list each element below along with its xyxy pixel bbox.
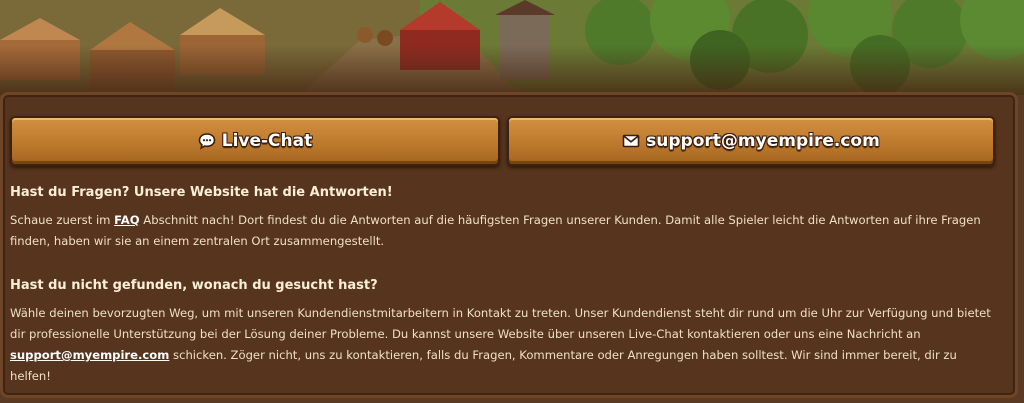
faq-link[interactable]: FAQ: [114, 213, 139, 227]
faq-text-start: Schaue zuerst im: [10, 213, 115, 227]
chat-bubble-icon: [198, 132, 216, 150]
faq-paragraph: Schaue zuerst im FAQ Abschnitt nach! Dor…: [10, 210, 1000, 252]
game-banner-image: [0, 0, 1024, 95]
live-chat-button[interactable]: Live-Chat: [10, 116, 500, 166]
support-email-link[interactable]: support@myempire.com: [10, 348, 169, 362]
email-support-button[interactable]: support@myempire.com: [507, 116, 995, 166]
questions-heading: Hast du Fragen? Unsere Website hat die A…: [10, 185, 393, 200]
email-support-label: support@myempire.com: [646, 131, 880, 151]
live-chat-label: Live-Chat: [221, 131, 313, 151]
contact-text-start: Wähle deinen bevorzugten Weg, um mit uns…: [10, 306, 991, 341]
contact-paragraph: Wähle deinen bevorzugten Weg, um mit uns…: [10, 303, 1000, 387]
faq-text-end: Abschnitt nach! Dort findest du die Antw…: [10, 213, 981, 248]
not-found-heading: Hast du nicht gefunden, wonach du gesuch…: [10, 278, 378, 293]
envelope-icon: [622, 132, 640, 150]
